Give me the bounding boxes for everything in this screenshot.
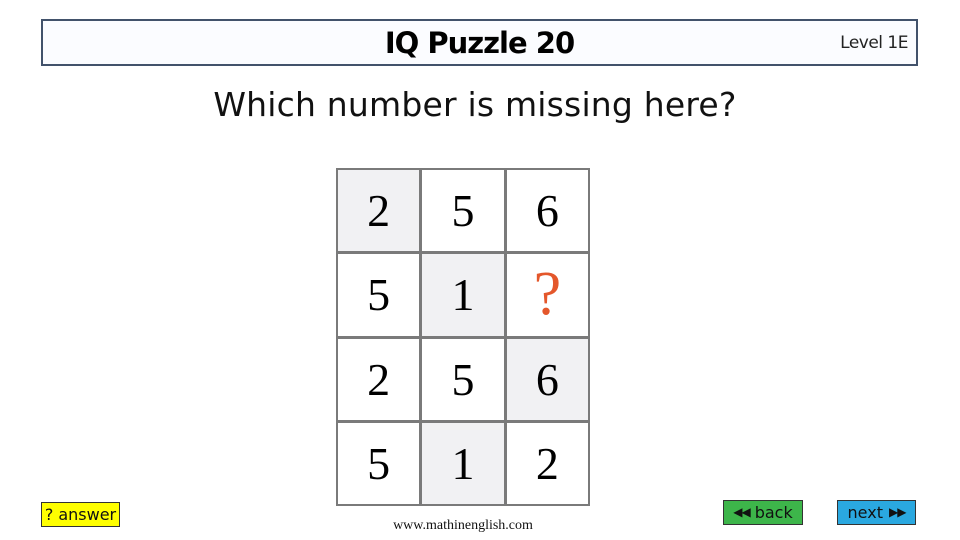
double-right-arrow-icon: ▶▶ <box>888 505 906 519</box>
next-label: next <box>847 503 883 522</box>
header-bar: IQ Puzzle 20 Level 1E <box>41 19 918 66</box>
grid-cell: 2 <box>338 338 420 420</box>
double-left-arrow-icon: ◀◀ <box>733 505 750 519</box>
grid-cell: 1 <box>422 254 504 336</box>
grid-cell: 5 <box>422 170 504 252</box>
grid-cell: 2 <box>338 170 420 252</box>
answer-label: answer <box>58 505 117 524</box>
missing-number-cell: ? <box>506 254 588 336</box>
level-label: Level 1E <box>840 33 908 53</box>
grid-cell: 5 <box>338 422 420 504</box>
question-mark-icon: ? <box>44 505 54 524</box>
grid-cell: 2 <box>506 422 588 504</box>
puzzle-grid: 2 5 6 5 1? 2 5 6 5 1 2 <box>336 168 590 506</box>
question-text: Which number is missing here? <box>213 85 737 124</box>
back-button[interactable]: ◀◀ back <box>723 500 803 525</box>
grid-cell: 1 <box>422 422 504 504</box>
next-button[interactable]: next ▶▶ <box>837 500 916 525</box>
back-label: back <box>754 503 793 522</box>
grid-cell: 5 <box>422 338 504 420</box>
website-watermark: www.mathinenglish.com <box>393 518 533 533</box>
answer-button[interactable]: ? answer <box>41 502 120 527</box>
grid-cell: 6 <box>506 170 588 252</box>
grid-cell: 6 <box>506 338 588 420</box>
puzzle-title: IQ Puzzle 20 <box>384 26 575 60</box>
grid-cell: 5 <box>338 254 420 336</box>
